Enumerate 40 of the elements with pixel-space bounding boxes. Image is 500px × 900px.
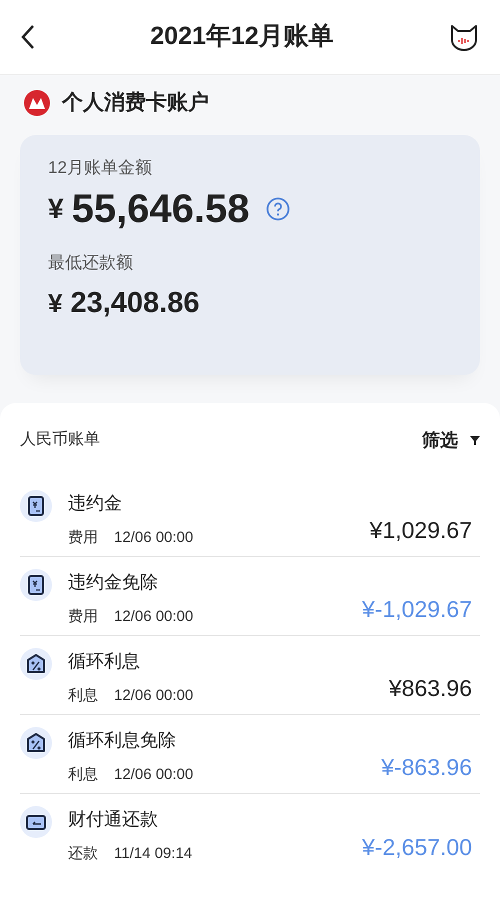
transaction-time: 12/06 00:00 bbox=[114, 528, 194, 548]
transaction-time: 11/14 09:14 bbox=[114, 844, 192, 864]
minimum-payment-amount: 23,408.86 bbox=[70, 288, 200, 318]
cat-face-icon[interactable] bbox=[448, 22, 480, 52]
transaction-amount: ¥-863.96 bbox=[381, 753, 473, 782]
currency-symbol: ¥ bbox=[48, 192, 64, 226]
bill-icon bbox=[20, 490, 52, 522]
transaction-amount: ¥-2,657.00 bbox=[362, 833, 473, 862]
minimum-payment-label: 最低还款额 bbox=[48, 252, 134, 274]
currency-symbol: ¥ bbox=[48, 286, 62, 320]
bill-icon bbox=[20, 568, 52, 600]
transaction-category: 费用 bbox=[68, 606, 98, 626]
bill-amount: 55,646.58 bbox=[72, 189, 250, 229]
transaction-amount: ¥1,029.67 bbox=[370, 516, 473, 545]
transaction-category: 利息 bbox=[68, 686, 98, 706]
transaction-category: 利息 bbox=[68, 764, 98, 784]
filter-button[interactable]: 筛选 bbox=[422, 426, 480, 454]
card-icon bbox=[20, 806, 52, 838]
transaction-amount: ¥863.96 bbox=[388, 674, 473, 703]
transaction-amount: ¥-1,029.67 bbox=[362, 595, 473, 624]
transaction-title: 违约金 bbox=[68, 492, 123, 514]
transaction-time: 12/06 00:00 bbox=[114, 764, 194, 784]
account-name: 个人消费卡账户 bbox=[62, 90, 209, 116]
page-title: 2021年12月账单 bbox=[150, 21, 334, 52]
help-icon[interactable] bbox=[266, 197, 290, 221]
list-title: 人民币账单 bbox=[20, 430, 100, 450]
bill-amount-label: 12月账单金额 bbox=[48, 156, 153, 178]
transaction-title: 违约金免除 bbox=[68, 570, 159, 594]
transaction-time: 12/06 00:00 bbox=[114, 686, 194, 706]
back-icon[interactable] bbox=[20, 24, 36, 50]
bank-logo-icon bbox=[24, 90, 50, 116]
percent-tag-icon bbox=[20, 726, 52, 758]
transaction-category: 还款 bbox=[68, 844, 98, 864]
transaction-title: 循环利息免除 bbox=[68, 728, 177, 752]
transaction-title: 财付通还款 bbox=[68, 808, 159, 830]
transaction-title: 循环利息 bbox=[68, 650, 141, 672]
percent-tag-icon bbox=[20, 648, 52, 680]
filter-icon bbox=[470, 435, 480, 445]
transaction-category: 费用 bbox=[68, 528, 98, 548]
transaction-time: 12/06 00:00 bbox=[114, 606, 194, 626]
